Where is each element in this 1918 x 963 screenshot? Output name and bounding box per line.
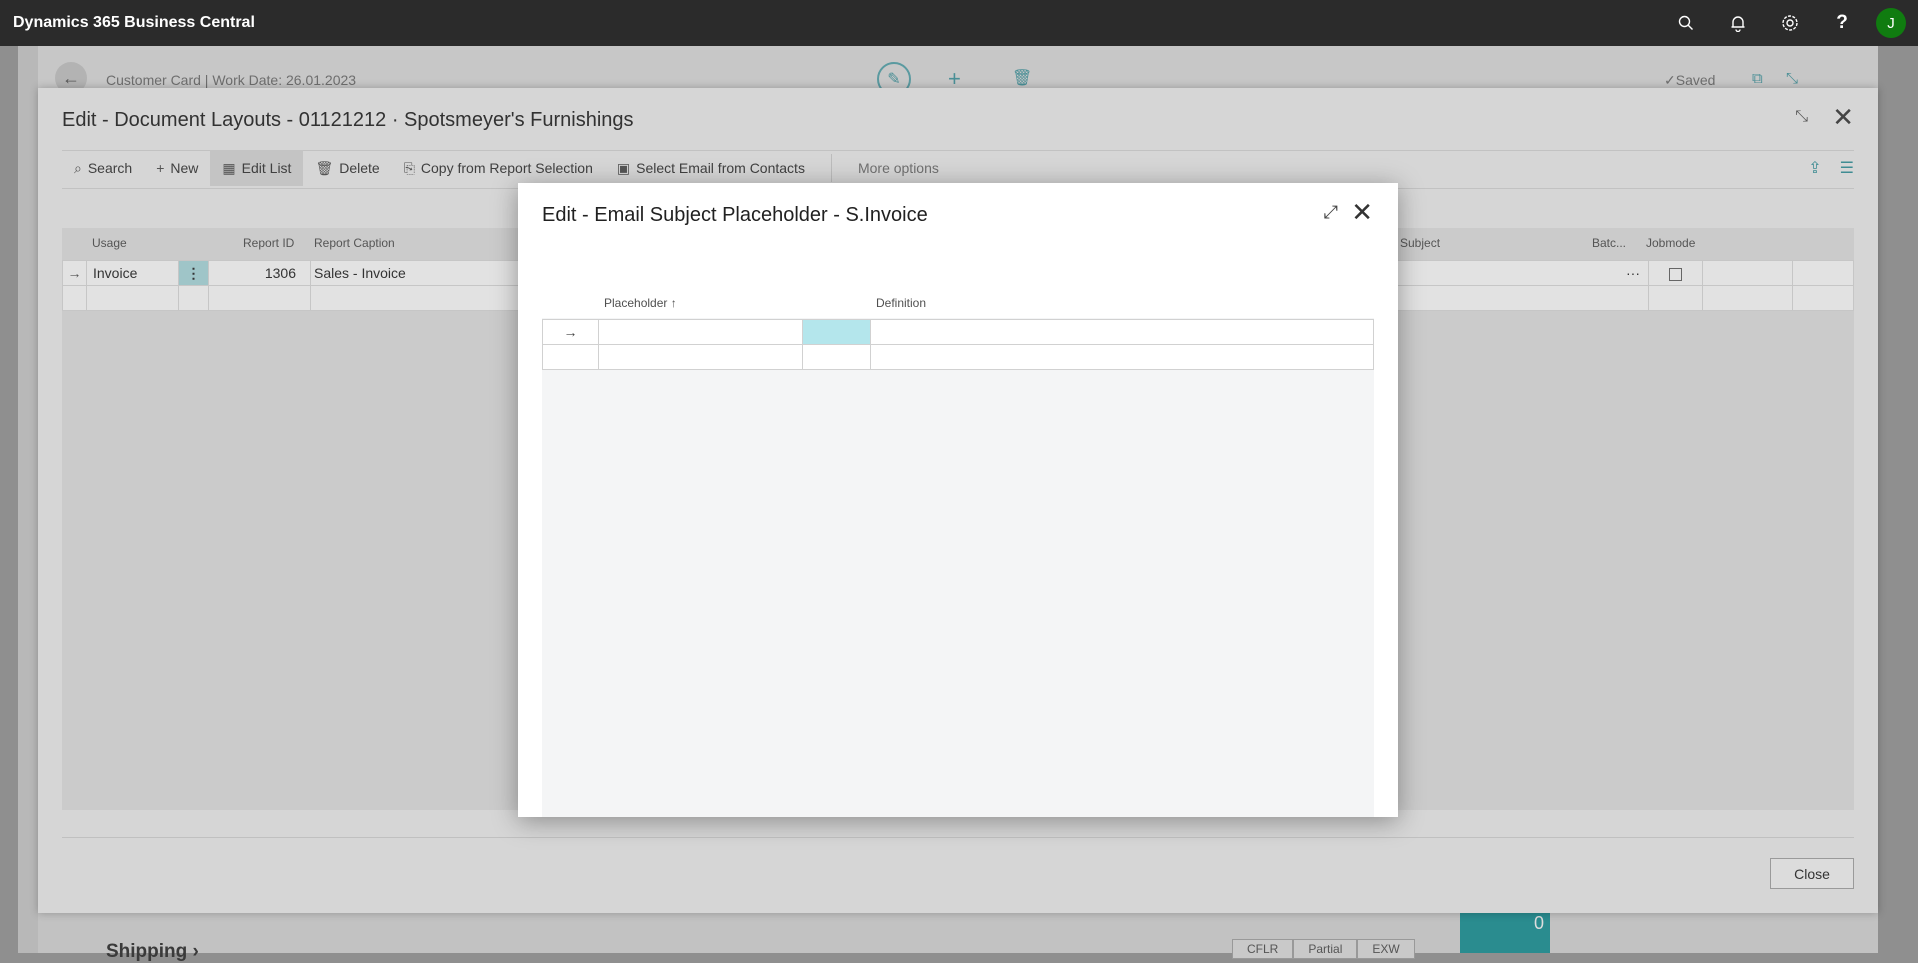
new-button[interactable]: + New bbox=[144, 150, 210, 186]
column-header-placeholder[interactable]: Placeholder ↑ bbox=[604, 296, 677, 310]
minimize-icon[interactable]: ⤡ bbox=[1795, 108, 1808, 126]
cue-tile[interactable]: 0 bbox=[1460, 913, 1550, 953]
search-icon: ⌕ bbox=[74, 159, 82, 176]
row-arrow-icon: → bbox=[63, 261, 87, 285]
more-options-button[interactable]: More options bbox=[846, 150, 951, 186]
tag[interactable]: CFLR bbox=[1232, 939, 1294, 959]
divider bbox=[62, 837, 1854, 838]
ellipsis-icon[interactable]: ··· bbox=[1439, 261, 1649, 285]
edit-list-icon: ▦ bbox=[222, 159, 236, 176]
list-view-icon[interactable]: ☰ bbox=[1840, 158, 1854, 178]
plus-icon: + bbox=[156, 160, 165, 176]
row-menu-cell[interactable] bbox=[803, 345, 871, 369]
saved-status: ✓Saved bbox=[1664, 72, 1716, 88]
share-icon[interactable]: ⇪ bbox=[1808, 158, 1821, 178]
placeholder-grid bbox=[542, 318, 1374, 817]
shipping-section-header[interactable]: Shipping › bbox=[106, 941, 199, 963]
jobmode-cell[interactable] bbox=[1703, 286, 1793, 310]
toolbar-right: ⇪ ☰ bbox=[1808, 158, 1854, 178]
table-row[interactable] bbox=[542, 344, 1374, 370]
column-header-jobmode[interactable]: Jobmode bbox=[1646, 236, 1695, 250]
delete-button[interactable]: 🗑 Delete bbox=[303, 150, 391, 186]
help-icon[interactable]: ? bbox=[1816, 0, 1868, 46]
row-menu-cell[interactable] bbox=[179, 286, 209, 310]
row-indicator-cell bbox=[543, 345, 599, 369]
usage-cell[interactable]: Invoice bbox=[87, 261, 179, 285]
close-button[interactable]: Close bbox=[1770, 858, 1854, 889]
trash-icon: 🗑 bbox=[315, 159, 334, 176]
column-header-subject[interactable]: Subject bbox=[1400, 236, 1440, 250]
contact-card-icon: ▣ bbox=[616, 159, 631, 176]
close-icon[interactable]: ✕ bbox=[1351, 197, 1373, 228]
row-menu-icon[interactable]: ⋮ bbox=[179, 261, 209, 285]
placeholder-cell[interactable] bbox=[599, 345, 803, 369]
definition-cell[interactable] bbox=[871, 345, 1373, 369]
usage-cell[interactable] bbox=[87, 286, 179, 310]
app-bar: Dynamics 365 Business Central ? J bbox=[0, 0, 1918, 46]
tag[interactable]: EXW bbox=[1357, 939, 1415, 959]
customer-card-title: Customer Card | Work Date: 26.01.2023 bbox=[106, 72, 357, 88]
collapse-icon[interactable]: ⤡ bbox=[1786, 70, 1798, 87]
column-header-report-caption[interactable]: Report Caption bbox=[314, 236, 395, 250]
cue-tile-value: 0 bbox=[1533, 913, 1544, 933]
report-id-cell[interactable]: 1306 bbox=[209, 261, 311, 285]
expand-icon[interactable]: ⤢ bbox=[1324, 202, 1338, 223]
column-header-definition[interactable]: Definition bbox=[876, 296, 926, 310]
dialog-title: Edit - Email Subject Placeholder - S.Inv… bbox=[542, 204, 928, 226]
document-layouts-toolbar: ⌕ Search + New ▦ Edit List 🗑 Delete ⎘ Copy fr… bbox=[62, 150, 951, 186]
email-subject-placeholder-dialog: Edit - Email Subject Placeholder - S.Inv… bbox=[518, 183, 1398, 817]
shipping-tags: CFLR Partial EXW bbox=[1232, 939, 1415, 959]
app-brand[interactable]: Dynamics 365 Business Central bbox=[13, 14, 255, 32]
definition-cell[interactable] bbox=[871, 320, 1373, 344]
open-new-window-icon[interactable]: ⧉ bbox=[1752, 70, 1763, 87]
document-layouts-title: Edit - Document Layouts - 01121212 · Spo… bbox=[62, 109, 634, 131]
copy-icon: ⎘ bbox=[403, 159, 415, 176]
copy-from-report-selection-button[interactable]: ⎘ Copy from Report Selection bbox=[392, 150, 605, 186]
bell-icon[interactable] bbox=[1712, 0, 1764, 46]
customer-card-bottom bbox=[38, 913, 1878, 953]
toolbar-divider bbox=[830, 154, 832, 182]
batch-cell[interactable] bbox=[1649, 286, 1703, 310]
report-id-cell[interactable] bbox=[209, 286, 311, 310]
search-icon[interactable] bbox=[1660, 0, 1712, 46]
selected-cell[interactable] bbox=[803, 320, 871, 344]
trash-icon[interactable]: 🗑 bbox=[1012, 68, 1032, 88]
avatar[interactable]: J bbox=[1876, 8, 1906, 38]
jobmode-cell[interactable] bbox=[1703, 261, 1793, 285]
search-button[interactable]: ⌕ Search bbox=[62, 150, 144, 186]
column-header-usage[interactable]: Usage bbox=[92, 236, 127, 250]
row-indicator-cell bbox=[63, 286, 87, 310]
placeholder-cell[interactable] bbox=[599, 320, 803, 344]
tag[interactable]: Partial bbox=[1293, 939, 1358, 959]
edit-list-button[interactable]: ▦ Edit List bbox=[210, 150, 304, 186]
close-icon[interactable]: ✕ bbox=[1832, 102, 1854, 133]
row-arrow-icon: → bbox=[543, 320, 599, 344]
gear-icon[interactable] bbox=[1764, 0, 1816, 46]
column-header-batch[interactable]: Batc... bbox=[1592, 236, 1626, 250]
select-email-from-contacts-button[interactable]: ▣ Select Email from Contacts bbox=[605, 150, 817, 186]
column-header-report-id[interactable]: Report ID bbox=[243, 236, 294, 250]
batch-checkbox[interactable] bbox=[1649, 261, 1703, 285]
table-row[interactable]: → bbox=[542, 319, 1374, 345]
